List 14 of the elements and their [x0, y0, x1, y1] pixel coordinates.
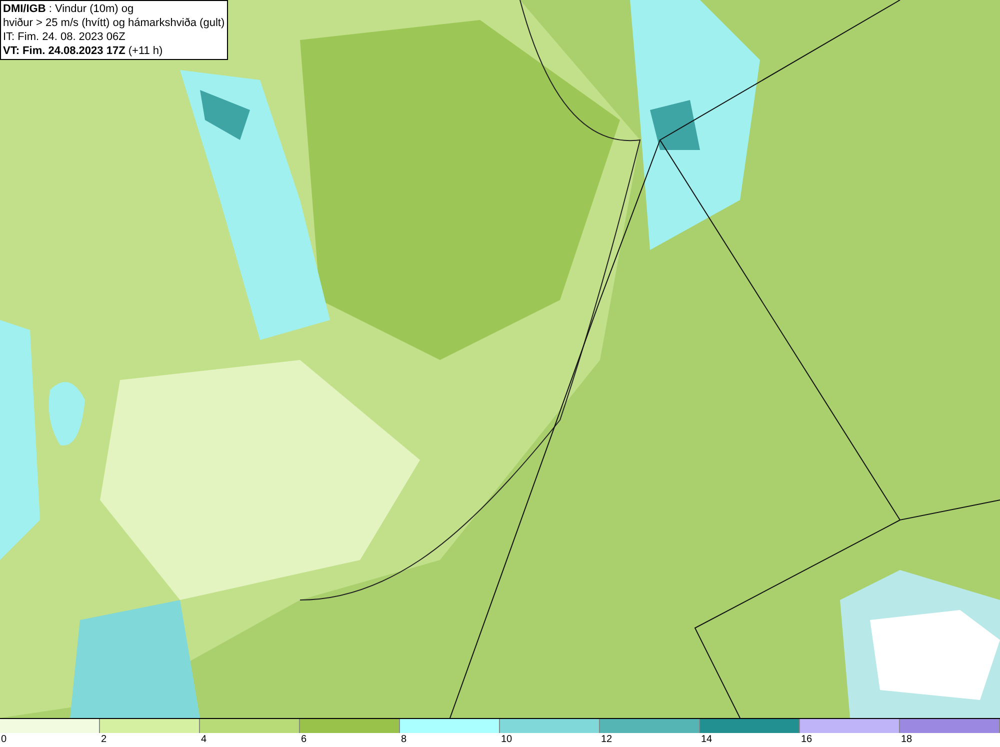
legend-label: 0	[1, 733, 7, 747]
legend-label: 10	[501, 733, 512, 747]
caption-line: DMI/IGB : Vindur (10m) og	[3, 2, 135, 16]
caption-line: IT: Fim. 24. 08. 2023 06Z	[3, 30, 126, 44]
legend-label: 2	[101, 733, 107, 747]
legend-label: 6	[301, 733, 307, 747]
legend-label: 12	[601, 733, 612, 747]
caption-line: hviður > 25 m/s (hvítt) og hámarkshviða (gult)	[3, 16, 225, 30]
legend-label: 16	[801, 733, 812, 747]
legend-label: 8	[401, 733, 407, 747]
legend-label: 4	[201, 733, 207, 747]
legend-label: 14	[701, 733, 712, 747]
legend-label: 18	[901, 733, 912, 747]
caption-line: VT: Fim. 24.08.2023 17Z (+11 h)	[3, 44, 164, 58]
